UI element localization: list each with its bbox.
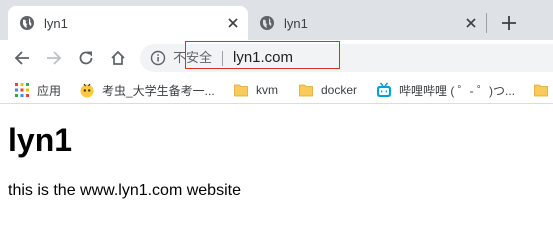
bilibili-icon [376, 82, 392, 98]
bookmark-overflow-folder[interactable] [533, 80, 553, 100]
bookmark-kaochong[interactable]: 考虫_大学生备考一... [79, 80, 215, 100]
globe-icon [259, 15, 275, 31]
url-highlight-box [185, 41, 340, 69]
back-button[interactable] [10, 46, 34, 70]
bookmark-docker[interactable]: docker [298, 80, 357, 100]
page-body-text: this is the www.lyn1.com website [8, 182, 241, 199]
tab-strip: lyn1 lyn1 [0, 0, 553, 40]
bookmark-bilibili[interactable]: 哔哩哔哩 ( ゜- ゜)つ... [376, 80, 515, 100]
toolbar: 不安全 lyn1.com [0, 40, 553, 76]
bookmark-label: docker [321, 83, 358, 97]
bookmark-label: 考虫_大学生备考一... [102, 83, 215, 98]
close-tab-icon[interactable] [462, 14, 480, 32]
bookmark-apps[interactable]: 应用 [14, 80, 61, 100]
reload-button[interactable] [74, 46, 98, 70]
folder-icon [233, 82, 249, 98]
arrow-right-icon [47, 51, 62, 65]
home-button[interactable] [106, 46, 130, 70]
apps-grid-icon [14, 82, 30, 98]
tab-title: lyn1 [44, 15, 68, 31]
bookmark-label: 应用 [37, 83, 62, 98]
forward-button[interactable] [42, 46, 66, 70]
tab-separator [486, 13, 487, 33]
bookmark-label: kvm [256, 83, 278, 97]
page-heading: lyn1 [8, 122, 73, 158]
kaochong-icon [79, 82, 95, 98]
globe-icon [19, 15, 35, 31]
tab-inactive[interactable]: lyn1 [248, 6, 486, 40]
folder-icon [298, 82, 314, 98]
new-tab-button[interactable] [497, 11, 521, 35]
close-tab-icon[interactable] [224, 14, 242, 32]
info-icon[interactable] [150, 50, 166, 66]
home-icon [111, 50, 125, 65]
bookmark-kvm[interactable]: kvm [233, 80, 278, 100]
folder-icon [533, 82, 549, 98]
tab-title: lyn1 [284, 15, 308, 31]
plus-icon [502, 16, 516, 30]
bookmarks-bar: 应用 考虫_大学生备考一... kvm docker 哔哩哔哩 ( ゜- ゜)つ… [0, 76, 553, 104]
bookmark-label: 哔哩哔哩 ( ゜- ゜)つ... [399, 83, 515, 98]
reload-icon [79, 51, 93, 65]
arrow-left-icon [14, 51, 29, 65]
tab-active[interactable]: lyn1 [8, 6, 248, 40]
